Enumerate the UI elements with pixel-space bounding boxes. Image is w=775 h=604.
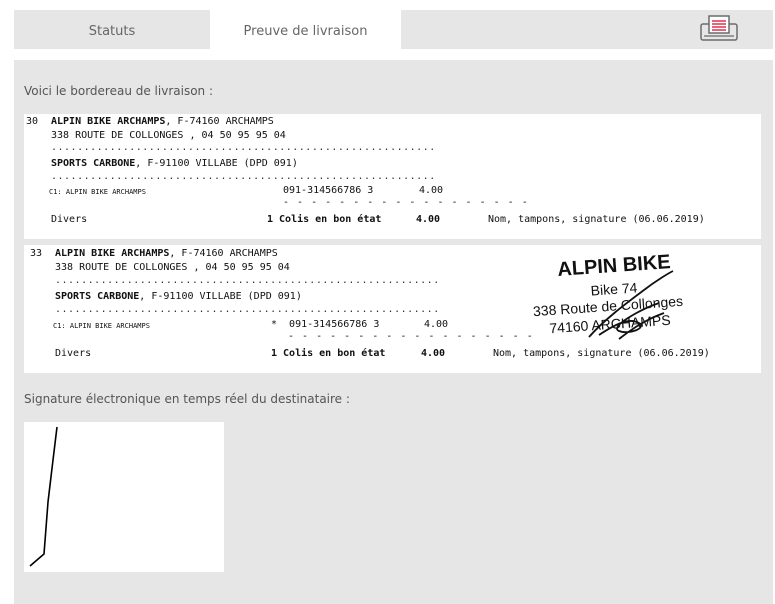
tab-bar: Statuts Preuve de livraison	[14, 10, 773, 49]
sender-address: 338 ROUTE DE COLLONGES , 04 50 95 95 04	[51, 130, 286, 141]
dotted-line: ........................................…	[51, 171, 436, 182]
sender-city: , F-74160 ARCHAMPS	[165, 116, 274, 127]
sender-city: , F-74160 ARCHAMPS	[169, 248, 278, 259]
dotted-line: ........................................…	[51, 142, 436, 153]
recipient-signature-stroke	[29, 426, 58, 567]
sender-name: ALPIN BIKE ARCHAMPS	[55, 248, 170, 259]
signature-note: Nom, tampons, signature (06.06.2019)	[493, 348, 710, 359]
tab-preuve-de-livraison[interactable]: Preuve de livraison	[210, 10, 401, 49]
dashed-line: - - - - - - - - - - - - - - - - - -	[288, 331, 534, 342]
recipient-name: SPORTS CARBONE	[51, 158, 136, 169]
signature-label: Signature électronique en temps réel du …	[24, 392, 350, 406]
slip-number: 33	[30, 248, 43, 259]
sender-name: ALPIN BIKE ARCHAMPS	[51, 116, 166, 127]
parcel-status: 1 Colis en bon état	[267, 214, 382, 225]
weight: 4.00	[424, 319, 449, 330]
dotted-line: ........................................…	[55, 275, 440, 286]
slip-reference: C1: ALPIN BIKE ARCHAMPS	[53, 322, 150, 330]
category: Divers	[55, 348, 92, 359]
total-weight: 4.00	[421, 348, 446, 359]
tracking-number: * 091-314566786 3	[271, 319, 380, 330]
slip-reference: C1: ALPIN BIKE ARCHAMPS	[49, 188, 146, 196]
total-weight: 4.00	[416, 214, 441, 225]
tab-statuts[interactable]: Statuts	[14, 10, 210, 49]
recipient-city: , F-91100 VILLABE (DPD 091)	[135, 158, 298, 169]
signature-note: Nom, tampons, signature (06.06.2019)	[488, 214, 705, 225]
category: Divers	[51, 214, 88, 225]
recipient-name: SPORTS CARBONE	[55, 291, 140, 302]
recipient-city: , F-91100 VILLABE (DPD 091)	[139, 291, 302, 302]
print-button[interactable]	[698, 14, 740, 44]
delivery-slip-image: 30 ALPIN BIKE ARCHAMPS, F-74160 ARCHAMPS…	[24, 114, 761, 239]
parcel-status: 1 Colis en bon état	[271, 348, 386, 359]
delivery-proof-panel: Voici le bordereau de livraison : 30 ALP…	[14, 60, 773, 604]
delivery-slip-image: 33 ALPIN BIKE ARCHAMPS, F-74160 ARCHAMPS…	[24, 245, 761, 373]
company-stamp: ALPIN BIKE Bike 74 338 Route de Collonge…	[529, 251, 699, 340]
slip-number: 30	[26, 116, 39, 127]
intro-text: Voici le bordereau de livraison :	[24, 84, 213, 98]
printer-icon	[700, 15, 738, 41]
sender-address: 338 ROUTE DE COLLONGES , 04 50 95 95 04	[55, 262, 290, 273]
handwritten-signature	[588, 270, 674, 340]
dotted-line: ........................................…	[55, 304, 440, 315]
weight: 4.00	[419, 185, 444, 196]
tracking-number: 091-314566786 3	[283, 185, 374, 196]
dashed-line: - - - - - - - - - - - - - - - - - -	[283, 197, 529, 208]
electronic-signature-box	[24, 422, 224, 572]
